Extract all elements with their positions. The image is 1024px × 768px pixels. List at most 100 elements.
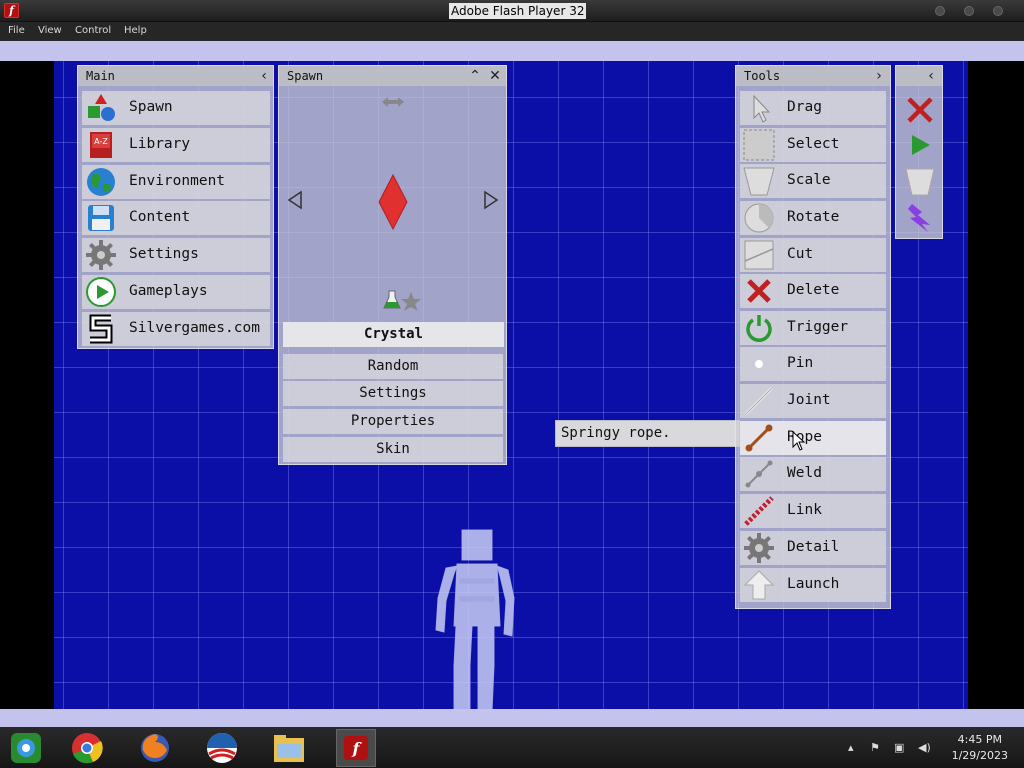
- close-window-button[interactable]: [993, 6, 1003, 16]
- top-boundary: [0, 41, 1024, 61]
- previous-item-arrow-icon[interactable]: [287, 190, 303, 210]
- selected-spawn-item: Crystal: [283, 322, 504, 347]
- library-book-icon: A-Z: [90, 132, 112, 158]
- system-clock[interactable]: 4:45 PM 1/29/2023: [952, 732, 1008, 764]
- cut-line-icon: [744, 240, 774, 270]
- link-chain-icon: [744, 496, 774, 526]
- quick-actions-header: ‹: [896, 66, 942, 86]
- tool-rotate[interactable]: Rotate: [740, 201, 886, 235]
- tool-pin[interactable]: Pin: [740, 347, 886, 381]
- joint-line-icon: [744, 386, 774, 416]
- menu-view[interactable]: View: [38, 25, 62, 36]
- tool-select[interactable]: Select: [740, 128, 886, 162]
- floppy-disk-icon: [88, 205, 114, 231]
- volume-icon[interactable]: ◀): [918, 741, 931, 754]
- window-titlebar: f Adobe Flash Player 32: [0, 0, 1024, 22]
- pin-dot-icon: [755, 360, 763, 368]
- mouse-cursor-icon: [792, 431, 806, 451]
- maximize-button[interactable]: [964, 6, 974, 16]
- weld-icon: [745, 460, 773, 488]
- file-explorer-icon[interactable]: [271, 730, 307, 766]
- spawn-panel-header: Spawn ⌃ ✕: [279, 66, 506, 86]
- quick-actions-panel: ‹: [895, 65, 943, 239]
- clear-all-icon[interactable]: [905, 95, 935, 125]
- main-item-spawn[interactable]: Spawn: [82, 91, 270, 125]
- spawn-shapes-icon: [88, 94, 115, 121]
- resize-horizontal-icon[interactable]: [381, 96, 405, 108]
- launch-arrow-icon: [743, 570, 775, 600]
- tool-tooltip: Springy rope.: [555, 420, 740, 447]
- clock-time: 4:45 PM: [957, 733, 1002, 746]
- tools-panel-header: Tools ›: [736, 66, 890, 86]
- ragdoll-figure[interactable]: [424, 526, 524, 711]
- main-item-silvergames[interactable]: Silvergames.com: [82, 312, 270, 346]
- spawn-option-skin[interactable]: Skin: [283, 437, 503, 462]
- menu-bar: File View Control Help: [0, 22, 1024, 41]
- select-box-icon: [743, 129, 775, 161]
- spawn-panel-title: Spawn: [287, 69, 324, 83]
- tools-panel: Tools › Drag Select Scale Rotate Cut Del…: [735, 65, 891, 609]
- collapse-spawn-button[interactable]: ⌃: [466, 66, 484, 86]
- main-item-settings[interactable]: Settings: [82, 238, 270, 272]
- ie-icon[interactable]: [8, 730, 44, 766]
- tool-rope[interactable]: Rope: [740, 421, 886, 455]
- close-spawn-button[interactable]: ✕: [486, 66, 504, 86]
- trigger-power-icon: [746, 315, 772, 342]
- chrome-icon[interactable]: [69, 730, 105, 766]
- window-title: Adobe Flash Player 32: [449, 3, 587, 19]
- ground-boundary: [0, 709, 1024, 727]
- clock-date: 1/29/2023: [951, 749, 1008, 762]
- menu-file[interactable]: File: [8, 25, 25, 36]
- tool-trigger[interactable]: Trigger: [740, 311, 886, 345]
- cursor-arrow-icon: [753, 94, 771, 123]
- spawn-option-properties[interactable]: Properties: [283, 409, 503, 434]
- main-item-environment[interactable]: Environment: [82, 165, 270, 199]
- tool-cut[interactable]: Cut: [740, 238, 886, 272]
- spawn-panel: Spawn ⌃ ✕ Crystal Random Settings Proper…: [278, 65, 507, 465]
- tool-scale[interactable]: Scale: [740, 164, 886, 198]
- flash-player-taskbar-button[interactable]: f: [336, 729, 376, 767]
- show-hidden-icons-button[interactable]: ▴: [848, 741, 854, 754]
- scale-trapezoid-icon: [743, 167, 775, 196]
- globe-icon: [87, 168, 115, 196]
- lightning-icon[interactable]: [906, 203, 934, 233]
- main-item-library[interactable]: A-Z Library: [82, 128, 270, 162]
- menu-help[interactable]: Help: [124, 25, 147, 36]
- gear-icon: [86, 240, 116, 270]
- tool-link[interactable]: Link: [740, 494, 886, 528]
- tools-panel-title: Tools: [744, 69, 781, 83]
- tool-joint[interactable]: Joint: [740, 384, 886, 418]
- next-item-arrow-icon[interactable]: [483, 190, 499, 210]
- tool-weld[interactable]: Weld: [740, 457, 886, 491]
- tool-detail[interactable]: Detail: [740, 531, 886, 565]
- detail-gear-icon: [744, 533, 774, 563]
- main-item-content[interactable]: Content: [82, 201, 270, 235]
- flash-stage: Main ‹ Spawn A-Z Library Environment Con…: [0, 41, 1024, 727]
- menu-control[interactable]: Control: [75, 25, 111, 36]
- spawn-option-random[interactable]: Random: [283, 354, 503, 379]
- expand-tools-button[interactable]: ›: [870, 66, 888, 86]
- flash-player-icon: f: [344, 736, 368, 760]
- obama-logo-icon[interactable]: [204, 730, 240, 766]
- scale-world-icon[interactable]: [905, 167, 935, 197]
- action-center-flag-icon[interactable]: ⚑: [870, 741, 880, 754]
- main-panel: Main ‹ Spawn A-Z Library Environment Con…: [77, 65, 274, 349]
- crystal-preview-icon[interactable]: [377, 174, 409, 230]
- collapse-quick-actions-button[interactable]: ‹: [922, 66, 940, 86]
- minimize-button[interactable]: [935, 6, 945, 16]
- main-item-gameplays[interactable]: Gameplays: [82, 275, 270, 309]
- tool-launch[interactable]: Launch: [740, 568, 886, 602]
- tool-drag[interactable]: Drag: [740, 91, 886, 125]
- delete-x-icon: [747, 279, 771, 303]
- svg-text:A-Z: A-Z: [94, 137, 108, 146]
- tool-delete[interactable]: Delete: [740, 274, 886, 308]
- spawn-option-settings[interactable]: Settings: [283, 381, 503, 406]
- collapse-main-button[interactable]: ‹: [255, 66, 273, 86]
- play-simulation-icon[interactable]: [907, 131, 933, 159]
- firefox-icon[interactable]: [137, 730, 173, 766]
- flask-star-icon[interactable]: [383, 288, 423, 312]
- network-icon[interactable]: ▣: [894, 741, 904, 754]
- rope-icon: [745, 424, 773, 452]
- main-panel-header: Main ‹: [78, 66, 273, 86]
- os-taskbar: f ▴ ⚑ ▣ ◀) 4:45 PM 1/29/2023: [0, 727, 1024, 768]
